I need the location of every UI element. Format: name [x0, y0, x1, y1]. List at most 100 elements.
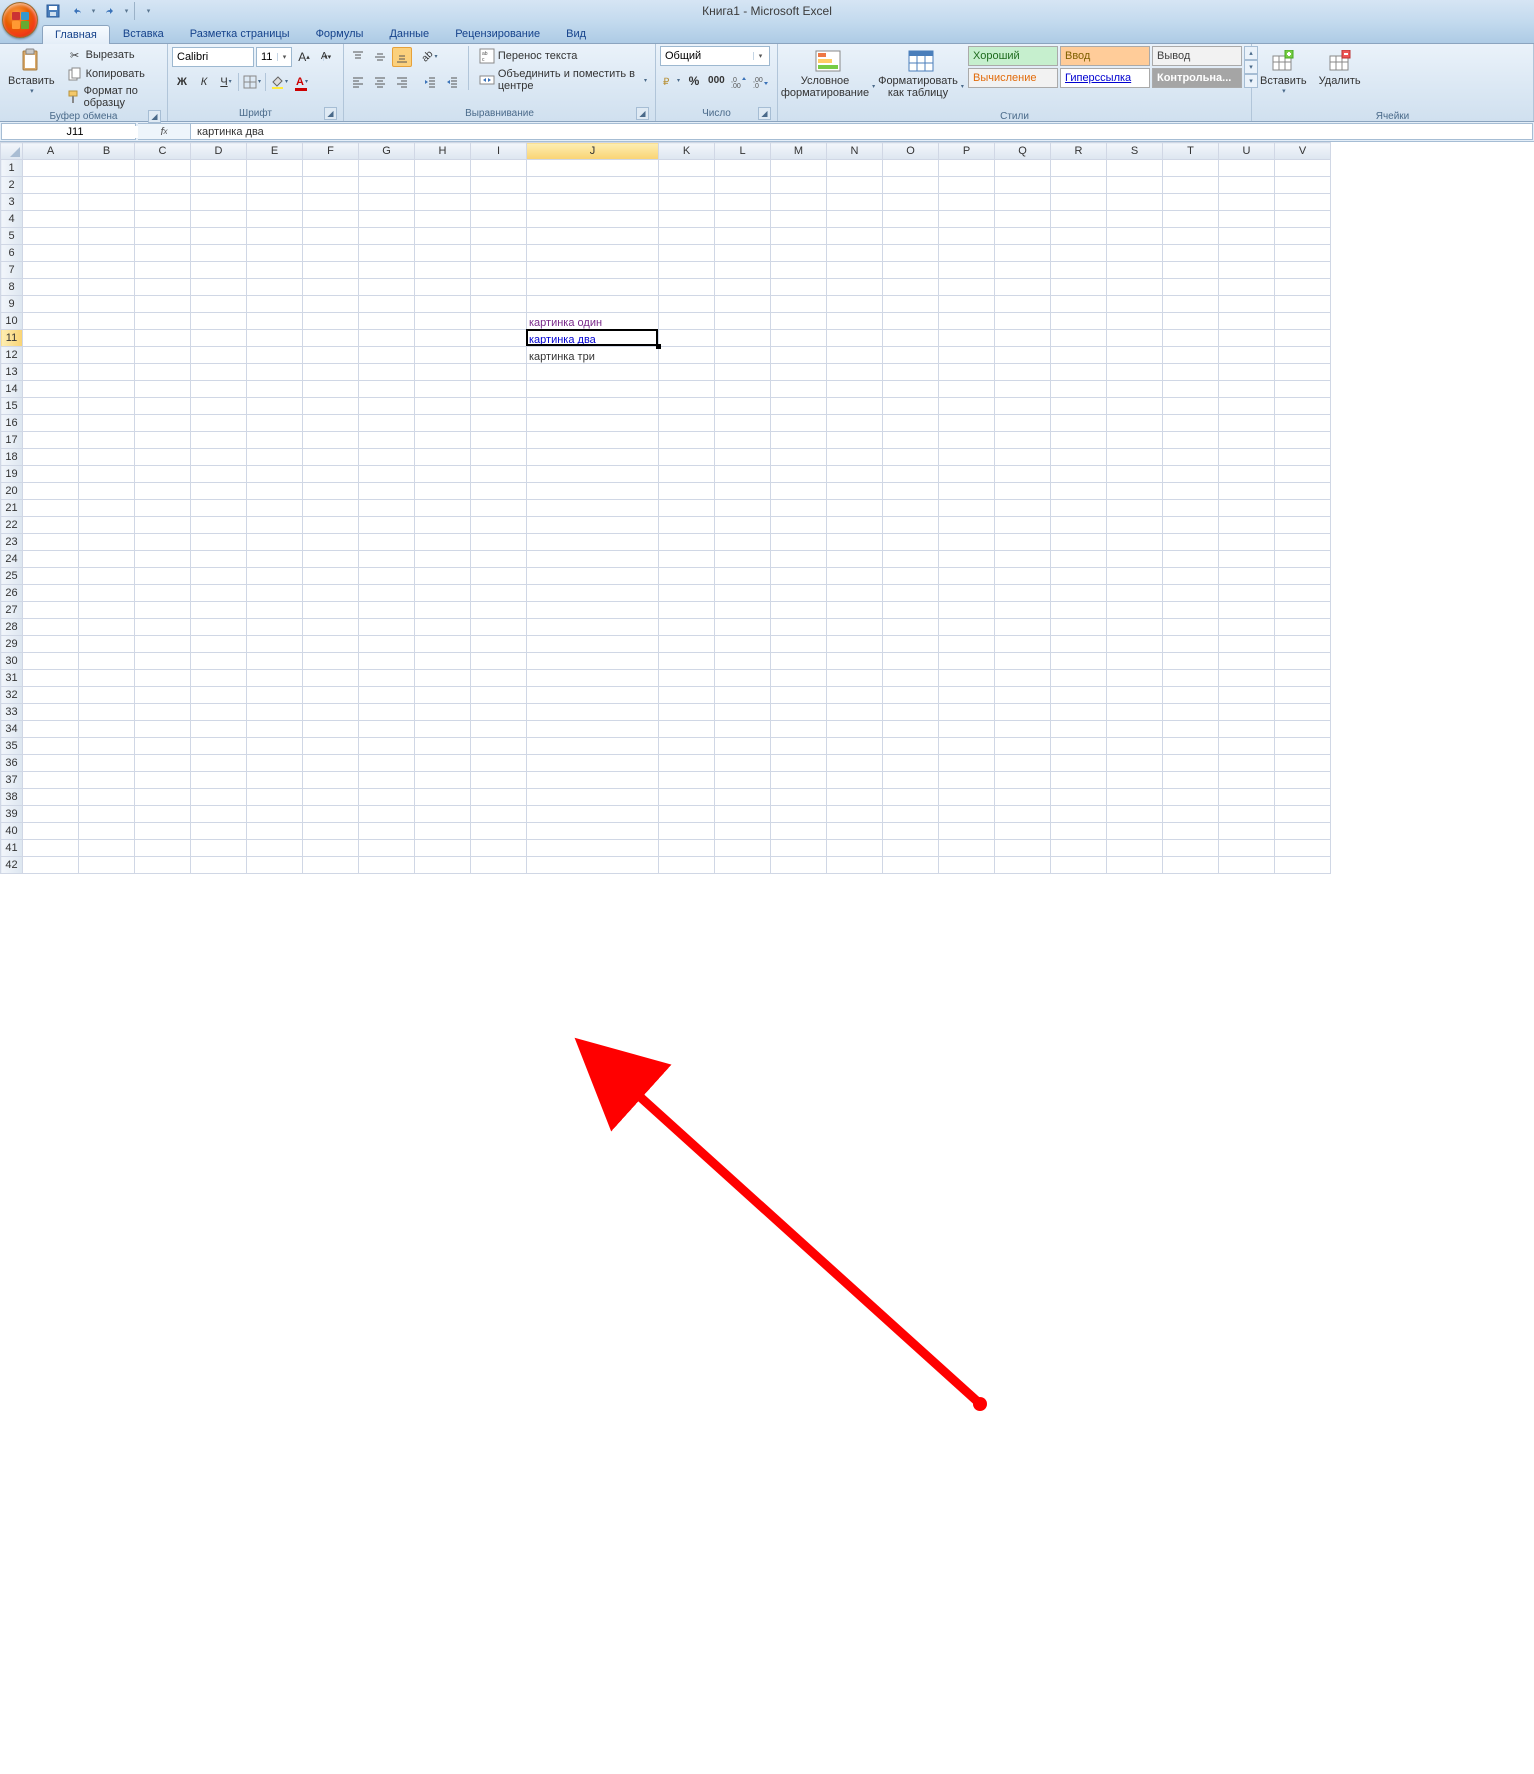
cell-G13[interactable] [359, 364, 415, 381]
cell-A17[interactable] [23, 432, 79, 449]
cell-B10[interactable] [79, 313, 135, 330]
cell-J19[interactable] [527, 466, 659, 483]
cell-H24[interactable] [415, 551, 471, 568]
cell-F35[interactable] [303, 738, 359, 755]
cell-B19[interactable] [79, 466, 135, 483]
cell-T24[interactable] [1163, 551, 1219, 568]
cell-U12[interactable] [1219, 347, 1275, 364]
cell-E39[interactable] [247, 806, 303, 823]
cell-N4[interactable] [827, 211, 883, 228]
cell-G6[interactable] [359, 245, 415, 262]
cell-V21[interactable] [1275, 500, 1331, 517]
cell-S30[interactable] [1107, 653, 1163, 670]
cell-I14[interactable] [471, 381, 527, 398]
cell-I37[interactable] [471, 772, 527, 789]
cell-F18[interactable] [303, 449, 359, 466]
cell-M24[interactable] [771, 551, 827, 568]
cell-U22[interactable] [1219, 517, 1275, 534]
cell-J33[interactable] [527, 704, 659, 721]
undo-button[interactable] [66, 2, 88, 20]
cell-K32[interactable] [659, 687, 715, 704]
cell-N10[interactable] [827, 313, 883, 330]
cell-E2[interactable] [247, 177, 303, 194]
cell-P34[interactable] [939, 721, 995, 738]
cell-I22[interactable] [471, 517, 527, 534]
cell-A12[interactable] [23, 347, 79, 364]
cell-N17[interactable] [827, 432, 883, 449]
cell-N26[interactable] [827, 585, 883, 602]
cell-L33[interactable] [715, 704, 771, 721]
cell-A25[interactable] [23, 568, 79, 585]
orientation-button[interactable]: ab▾ [420, 47, 440, 67]
cell-M32[interactable] [771, 687, 827, 704]
cell-M23[interactable] [771, 534, 827, 551]
cell-Q38[interactable] [995, 789, 1051, 806]
cell-Q37[interactable] [995, 772, 1051, 789]
cell-K31[interactable] [659, 670, 715, 687]
cell-C5[interactable] [135, 228, 191, 245]
cell-E6[interactable] [247, 245, 303, 262]
cell-F30[interactable] [303, 653, 359, 670]
row-header-19[interactable]: 19 [1, 466, 23, 483]
cell-J27[interactable] [527, 602, 659, 619]
cell-F25[interactable] [303, 568, 359, 585]
cell-K33[interactable] [659, 704, 715, 721]
cell-H11[interactable] [415, 330, 471, 347]
cell-P14[interactable] [939, 381, 995, 398]
cell-S15[interactable] [1107, 398, 1163, 415]
cell-B9[interactable] [79, 296, 135, 313]
cell-T21[interactable] [1163, 500, 1219, 517]
cell-F19[interactable] [303, 466, 359, 483]
cell-M37[interactable] [771, 772, 827, 789]
cell-H20[interactable] [415, 483, 471, 500]
font-size-combo[interactable]: ▾ [256, 47, 292, 67]
cell-S3[interactable] [1107, 194, 1163, 211]
cell-G19[interactable] [359, 466, 415, 483]
row-header-1[interactable]: 1 [1, 160, 23, 177]
cell-D10[interactable] [191, 313, 247, 330]
cell-E24[interactable] [247, 551, 303, 568]
cell-C27[interactable] [135, 602, 191, 619]
cell-E1[interactable] [247, 160, 303, 177]
cell-P4[interactable] [939, 211, 995, 228]
cell-H39[interactable] [415, 806, 471, 823]
cell-R15[interactable] [1051, 398, 1107, 415]
cell-U35[interactable] [1219, 738, 1275, 755]
cell-U34[interactable] [1219, 721, 1275, 738]
cell-A41[interactable] [23, 840, 79, 857]
cell-Q7[interactable] [995, 262, 1051, 279]
cell-D21[interactable] [191, 500, 247, 517]
cell-F8[interactable] [303, 279, 359, 296]
paste-button[interactable]: Вставить [4, 46, 59, 110]
cell-S32[interactable] [1107, 687, 1163, 704]
cell-G12[interactable] [359, 347, 415, 364]
cell-K4[interactable] [659, 211, 715, 228]
cell-Q16[interactable] [995, 415, 1051, 432]
cell-H26[interactable] [415, 585, 471, 602]
cell-G38[interactable] [359, 789, 415, 806]
cell-V22[interactable] [1275, 517, 1331, 534]
row-header-5[interactable]: 5 [1, 228, 23, 245]
cell-E12[interactable] [247, 347, 303, 364]
cell-A32[interactable] [23, 687, 79, 704]
cell-B41[interactable] [79, 840, 135, 857]
cell-F34[interactable] [303, 721, 359, 738]
row-header-32[interactable]: 32 [1, 687, 23, 704]
cell-D31[interactable] [191, 670, 247, 687]
cell-T25[interactable] [1163, 568, 1219, 585]
cell-S6[interactable] [1107, 245, 1163, 262]
cell-J9[interactable] [527, 296, 659, 313]
cell-G28[interactable] [359, 619, 415, 636]
cell-T38[interactable] [1163, 789, 1219, 806]
cell-D23[interactable] [191, 534, 247, 551]
cell-S27[interactable] [1107, 602, 1163, 619]
qat-customize[interactable]: ▾ [145, 2, 152, 20]
cell-T39[interactable] [1163, 806, 1219, 823]
cell-C24[interactable] [135, 551, 191, 568]
cell-R37[interactable] [1051, 772, 1107, 789]
cell-L27[interactable] [715, 602, 771, 619]
cell-R25[interactable] [1051, 568, 1107, 585]
cell-G1[interactable] [359, 160, 415, 177]
cell-F41[interactable] [303, 840, 359, 857]
cell-J22[interactable] [527, 517, 659, 534]
